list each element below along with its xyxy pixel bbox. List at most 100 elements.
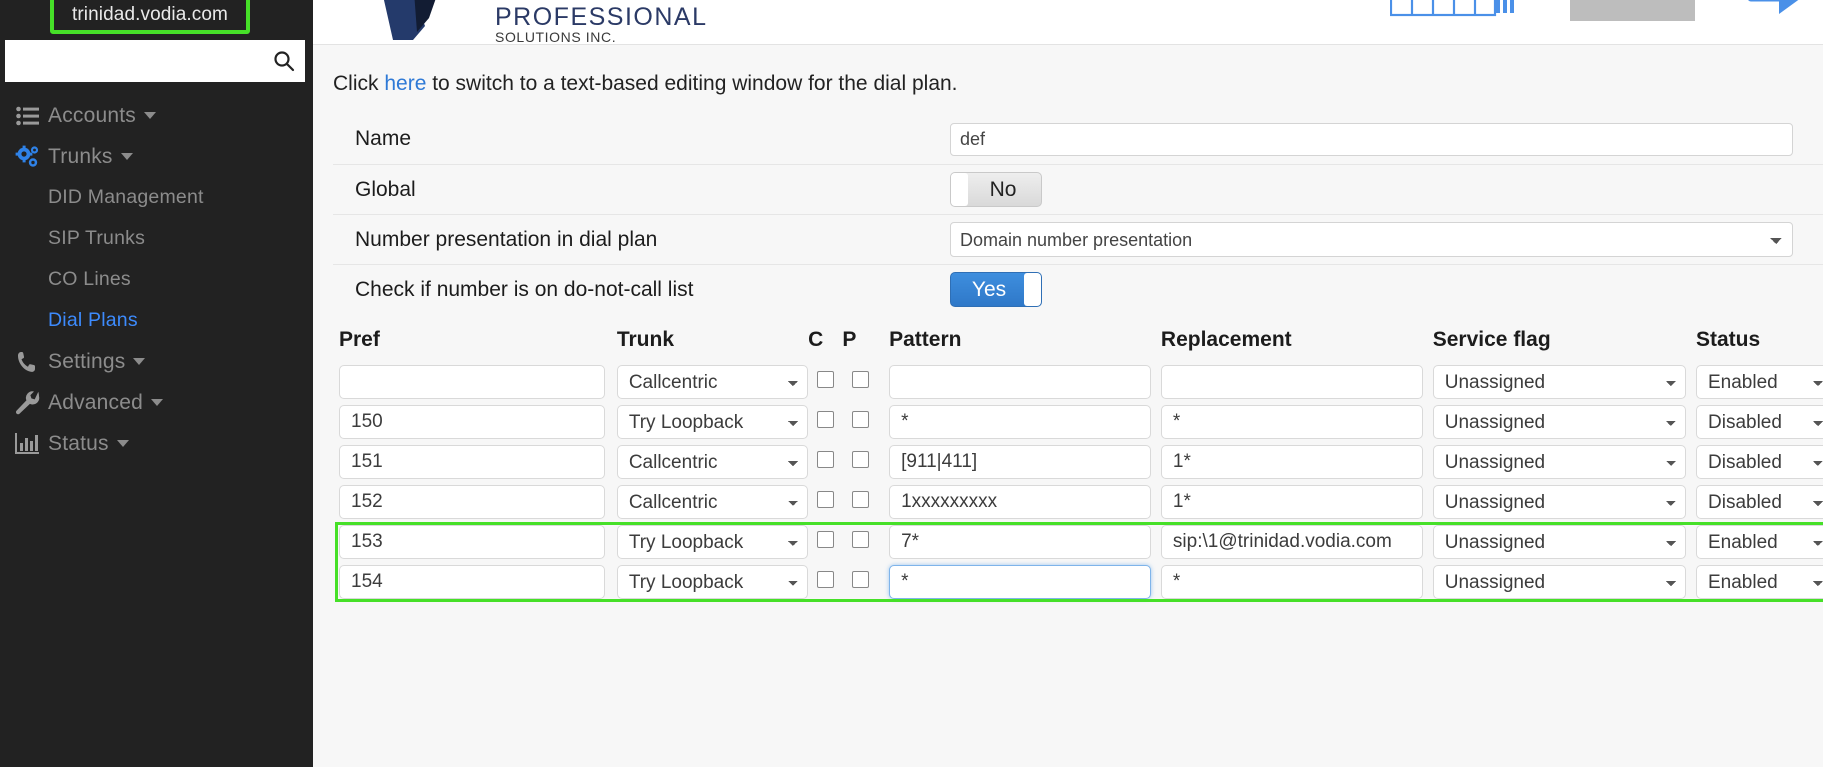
- column-header-status: Status: [1696, 328, 1761, 351]
- column-header-pref: Pref: [339, 328, 380, 351]
- pref-input-1[interactable]: [339, 405, 605, 439]
- sidebar-item-co-lines[interactable]: CO Lines: [0, 259, 313, 300]
- logo-mark: [383, 0, 436, 40]
- trunk-select-1[interactable]: Try Loopback: [616, 405, 809, 439]
- cell-c: [808, 402, 842, 442]
- domain-tooltip-label: trinidad.vodia.com: [72, 4, 228, 25]
- status-select-1[interactable]: Disabled: [1696, 405, 1823, 439]
- c-checkbox-4[interactable]: [816, 531, 834, 548]
- c-checkbox-3[interactable]: [816, 491, 834, 508]
- cell-c: [808, 522, 842, 562]
- cell-p: [842, 442, 879, 482]
- status-select-3[interactable]: Disabled: [1696, 485, 1823, 519]
- c-checkbox-5[interactable]: [816, 571, 834, 588]
- sidebar-item-sip-trunks[interactable]: SIP Trunks: [0, 218, 313, 259]
- search-input[interactable]: [5, 40, 263, 82]
- status-select-2[interactable]: Disabled: [1696, 445, 1823, 479]
- search-icon[interactable]: [263, 40, 305, 82]
- pattern-input-0[interactable]: [889, 365, 1151, 399]
- c-checkbox-0[interactable]: [816, 371, 834, 388]
- global-label: Global: [355, 177, 416, 201]
- trunk-select-2[interactable]: Callcentric: [616, 445, 809, 479]
- replacement-input-0[interactable]: [1160, 365, 1423, 399]
- p-checkbox-5[interactable]: [852, 571, 870, 588]
- table-row: Callcentric Unassigned Disabled: [333, 482, 1823, 522]
- replacement-input-5[interactable]: [1160, 565, 1423, 599]
- trunk-select-3[interactable]: Callcentric: [616, 485, 809, 519]
- sidebar-item-settings[interactable]: Settings: [0, 341, 313, 382]
- cell-pref: [333, 522, 605, 562]
- sidebar-item-dial-plans[interactable]: Dial Plans: [0, 300, 313, 341]
- cell-replacement: [1151, 482, 1423, 522]
- pref-input-2[interactable]: [339, 445, 605, 479]
- cell-c: [808, 362, 842, 402]
- table-grid-icon[interactable]: [1390, 0, 1522, 33]
- global-toggle[interactable]: No: [950, 172, 1042, 207]
- pattern-input-2[interactable]: [889, 445, 1151, 479]
- p-checkbox-4[interactable]: [852, 531, 870, 548]
- service-flag-select-1[interactable]: Unassigned: [1432, 405, 1686, 439]
- do-not-call-toggle[interactable]: Yes: [950, 272, 1042, 307]
- pattern-input-1[interactable]: [889, 405, 1151, 439]
- c-checkbox-1[interactable]: [816, 411, 834, 428]
- table-row: Callcentric Unassigned Enabled: [333, 362, 1823, 402]
- replacement-input-2[interactable]: [1160, 445, 1423, 479]
- top-bar: PROFESSIONAL SOLUTIONS INC.: [313, 0, 1823, 45]
- pattern-input-3[interactable]: [889, 485, 1151, 519]
- sidebar-search[interactable]: [5, 40, 305, 82]
- status-select-4[interactable]: Enabled: [1696, 525, 1823, 559]
- replacement-input-3[interactable]: [1160, 485, 1423, 519]
- replacement-input-4[interactable]: [1160, 525, 1423, 559]
- trunk-select-4[interactable]: Try Loopback: [616, 525, 809, 559]
- field-row-global: Global No: [333, 164, 1823, 214]
- service-flag-select-2[interactable]: Unassigned: [1432, 445, 1686, 479]
- cell-service-flag: Unassigned: [1423, 362, 1686, 402]
- sidebar-item-did-management[interactable]: DID Management: [0, 177, 313, 218]
- logout-arrow-icon[interactable]: [1743, 0, 1805, 34]
- column-header-replacement: Replacement: [1160, 328, 1292, 351]
- sidebar-item-status[interactable]: Status: [0, 423, 313, 464]
- service-flag-select-0[interactable]: Unassigned: [1432, 365, 1686, 399]
- trunk-select-5[interactable]: Try Loopback: [616, 565, 809, 599]
- dial-plan-table-body: Callcentric Unassigned Enabled Try Loopback…: [333, 362, 1823, 602]
- hint-before: Click: [333, 72, 385, 95]
- sidebar-item-trunks[interactable]: Trunks: [0, 136, 313, 177]
- status-select-5[interactable]: Enabled: [1696, 565, 1823, 599]
- pref-input-0[interactable]: [339, 365, 605, 399]
- service-flag-select-4[interactable]: Unassigned: [1432, 525, 1686, 559]
- p-checkbox-3[interactable]: [852, 491, 870, 508]
- pattern-input-4[interactable]: [889, 525, 1151, 559]
- status-select-0[interactable]: Enabled: [1696, 365, 1823, 399]
- c-checkbox-2[interactable]: [816, 451, 834, 468]
- p-checkbox-0[interactable]: [852, 371, 870, 388]
- name-label: Name: [355, 127, 412, 150]
- pref-input-3[interactable]: [339, 485, 605, 519]
- trunk-select-0[interactable]: Callcentric: [616, 365, 809, 399]
- service-flag-select-3[interactable]: Unassigned: [1432, 485, 1686, 519]
- cell-service-flag: Unassigned: [1423, 402, 1686, 442]
- cell-status: Disabled: [1686, 442, 1823, 482]
- number-presentation-label: Number presentation in dial plan: [355, 227, 658, 251]
- sidebar-item-advanced[interactable]: Advanced: [0, 382, 313, 423]
- p-checkbox-1[interactable]: [852, 411, 870, 428]
- cell-replacement: [1151, 402, 1423, 442]
- app-root: trinidad.vodia.com Accounts Trunks DID M…: [0, 0, 1823, 767]
- p-checkbox-2[interactable]: [852, 451, 870, 468]
- switch-to-text-editor-link[interactable]: here: [384, 72, 426, 95]
- gray-block-placeholder[interactable]: [1570, 0, 1695, 21]
- replacement-input-1[interactable]: [1160, 405, 1423, 439]
- name-field[interactable]: [950, 122, 1793, 156]
- sidebar-item-accounts[interactable]: Accounts: [0, 95, 313, 136]
- cell-c: [808, 562, 842, 602]
- service-flag-select-5[interactable]: Unassigned: [1432, 565, 1686, 599]
- chevron-down-icon: [120, 153, 133, 160]
- cell-trunk: Callcentric: [605, 442, 809, 482]
- pref-input-5[interactable]: [339, 565, 605, 599]
- pattern-input-5[interactable]: [889, 565, 1151, 599]
- top-bar-icons: [1390, 0, 1805, 34]
- pref-input-4[interactable]: [339, 525, 605, 559]
- logo-wordmark: PROFESSIONAL SOLUTIONS INC.: [495, 5, 708, 45]
- gears-icon: [8, 145, 48, 169]
- cell-pref: [333, 402, 605, 442]
- number-presentation-select[interactable]: Domain number presentation: [950, 222, 1793, 257]
